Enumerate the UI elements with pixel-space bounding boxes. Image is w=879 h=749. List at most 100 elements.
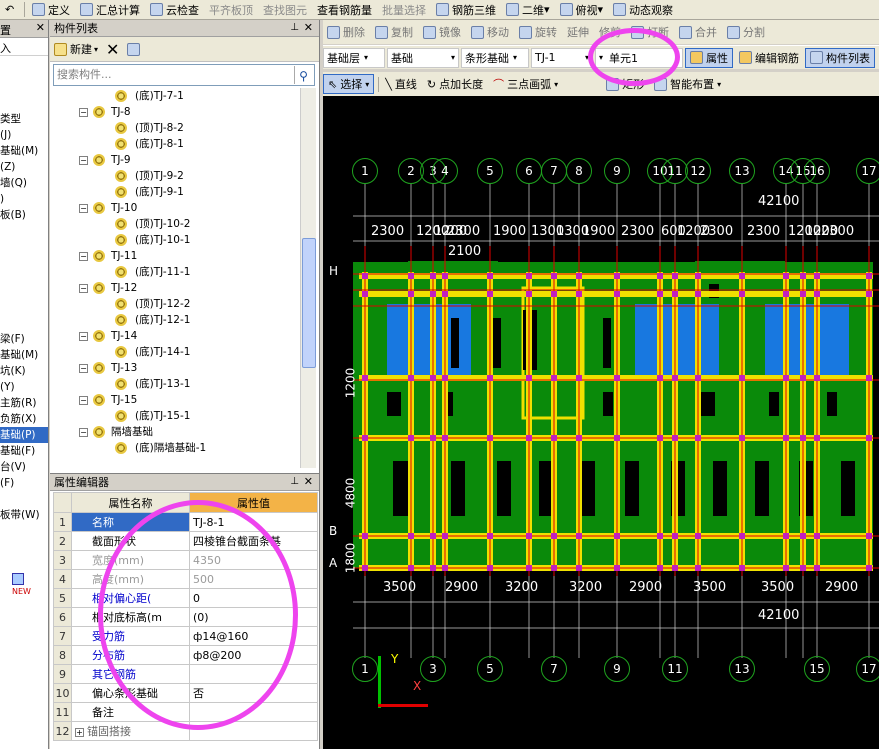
tree-item[interactable]: − TJ-10 [53,200,303,216]
tree-item[interactable]: − TJ-13 [53,360,303,376]
collapse-icon[interactable]: − [79,252,88,261]
2d-view-dropdown[interactable]: 二维 ▾ [501,1,555,19]
nav-item[interactable]: 台(V) [0,459,48,475]
nav-item[interactable]: (Y) [0,379,48,395]
tree-item[interactable]: (底)TJ-13-1 [53,376,303,392]
tree-item[interactable]: (顶)TJ-10-2 [53,216,303,232]
tree-item[interactable]: (顶)TJ-9-2 [53,168,303,184]
nav-item[interactable]: (F) [0,475,48,491]
tree-item[interactable]: (顶)TJ-12-2 [53,296,303,312]
nav-item[interactable]: 梁(F) [0,331,48,347]
split-button[interactable]: 分割 [723,22,769,42]
nav-item[interactable]: 板带(W) [0,507,48,523]
undo-icon[interactable]: ↶ [0,1,22,19]
tree-item[interactable]: (底)隔墙基础-1 [53,440,303,456]
node-marker [695,273,701,279]
nav-item[interactable]: 负筋(X) [0,411,48,427]
collapse-icon[interactable]: − [79,428,88,437]
move-button[interactable]: 移动 [467,22,513,42]
collapse-icon[interactable]: − [79,108,88,117]
floor-select[interactable]: 基础层 ▾ [323,47,385,68]
find-element-button[interactable]: 查找图元 [258,1,312,19]
collapse-icon[interactable]: − [79,204,88,213]
collapse-icon[interactable]: − [79,364,88,373]
foundation-hole [451,461,465,516]
define-button[interactable]: 定义 [27,1,75,19]
tree-scrollbar[interactable] [300,88,316,468]
tree-item[interactable]: (顶)TJ-8-2 [53,120,303,136]
three-point-arc-button[interactable]: ⌒ 三点画弧 ▾ [489,74,562,94]
component-select[interactable]: TJ-1 ▾ [531,47,593,68]
nav-item[interactable]: (J) [0,127,48,143]
copy-button[interactable]: 复制 [371,22,417,42]
category-select[interactable]: 基础 ▾ [387,47,459,68]
tree-item[interactable]: (底)TJ-11-1 [53,264,303,280]
tree-item[interactable]: (底)TJ-8-1 [53,136,303,152]
tree-item[interactable]: − TJ-8 [53,104,303,120]
close-icon[interactable]: ✕ [36,21,45,34]
dynamic-view-button[interactable]: 动态观察 [608,1,678,19]
chevron-down-icon[interactable]: ▾ [94,45,98,54]
view-rebar-button[interactable]: 查看钢筋量 [312,1,377,19]
extend-button[interactable]: 延伸 [563,22,593,42]
collapse-icon[interactable]: − [79,156,88,165]
expand-icon[interactable]: + [75,728,84,737]
rebar-3d-button[interactable]: 钢筋三维 [431,1,501,19]
select-button[interactable]: ⇖ 选择 ▾ [323,74,375,94]
tree-item[interactable]: (底)TJ-12-1 [53,312,303,328]
merge-button[interactable]: 合并 [675,22,721,42]
nav-item[interactable]: 基础(M) [0,347,48,363]
cloud-check-button[interactable]: 云检查 [145,1,204,19]
search-input[interactable]: 搜索构件... ⚲ [53,64,315,86]
tree-item[interactable]: − TJ-11 [53,248,303,264]
properties-button[interactable]: 属性 [685,47,733,68]
rotate-button[interactable]: 旋转 [515,22,561,42]
close-icon[interactable]: ✕ [304,475,313,488]
tree-item[interactable]: (底)TJ-15-1 [53,408,303,424]
tree-item[interactable]: (底)TJ-9-1 [53,184,303,200]
drawing-canvas[interactable]: 42100 2100 42100 Y X 1 2 3 4 5 6 7 8 9 10 11 12 13 14… [323,96,879,749]
collapse-icon[interactable]: − [79,396,88,405]
nav-item[interactable]: (Z) [0,159,48,175]
summary-calc-button[interactable]: 汇总计算 [75,1,145,19]
edit-rebar-button[interactable]: 编辑钢筋 [735,48,803,68]
copy-icon[interactable] [127,42,141,56]
pin-icon[interactable]: ⊥ [290,476,299,487]
align-top-button[interactable]: 平齐板顶 [204,1,258,19]
top-view-dropdown[interactable]: 俯视 ▾ [555,1,609,19]
nav-item[interactable] [0,491,48,507]
nav-item[interactable]: 类型 [0,111,48,127]
close-icon[interactable]: ✕ [304,21,313,34]
tree-item[interactable]: − TJ-12 [53,280,303,296]
delete-button[interactable]: 删除 [323,22,369,42]
line-button[interactable]: ╲ 直线 [381,74,421,94]
type-select[interactable]: 条形基础 ▾ [461,47,529,68]
pin-icon[interactable]: ⊥ [290,22,299,33]
nav-item[interactable]: 基础(F) [0,443,48,459]
module-navigator-sub[interactable]: 入 [0,38,48,56]
collapse-icon[interactable]: − [79,284,88,293]
tree-item[interactable]: − 隔墙基础 [53,424,303,440]
tree-item[interactable]: − TJ-14 [53,328,303,344]
mirror-button[interactable]: 镜像 [419,22,465,42]
component-list-button[interactable]: 构件列表 [805,47,875,68]
nav-item[interactable]: 基础(M) [0,143,48,159]
nav-item[interactable]: 墙(Q) [0,175,48,191]
tree-item[interactable]: (底)TJ-7-1 [53,88,303,104]
scrollbar-thumb[interactable] [302,238,316,368]
tree-item[interactable]: (底)TJ-14-1 [53,344,303,360]
tree-item[interactable]: − TJ-15 [53,392,303,408]
nav-item[interactable]: ) [0,191,48,207]
nav-item[interactable]: 主筋(R) [0,395,48,411]
search-icon[interactable]: ⚲ [294,66,312,84]
point-length-button[interactable]: ↻ 点加长度 [423,74,487,94]
nav-item[interactable]: 板(B) [0,207,48,223]
tree-item[interactable]: (底)TJ-10-1 [53,232,303,248]
batch-select-button[interactable]: 批量选择 [377,1,431,19]
new-button[interactable]: 新建 [70,41,92,57]
nav-item-selected[interactable]: 基础(P) [0,427,48,443]
collapse-icon[interactable]: − [79,332,88,341]
nav-item[interactable]: 坑(K) [0,363,48,379]
tree-item[interactable]: − TJ-9 [53,152,303,168]
delete-icon[interactable]: ✕ [106,40,119,59]
